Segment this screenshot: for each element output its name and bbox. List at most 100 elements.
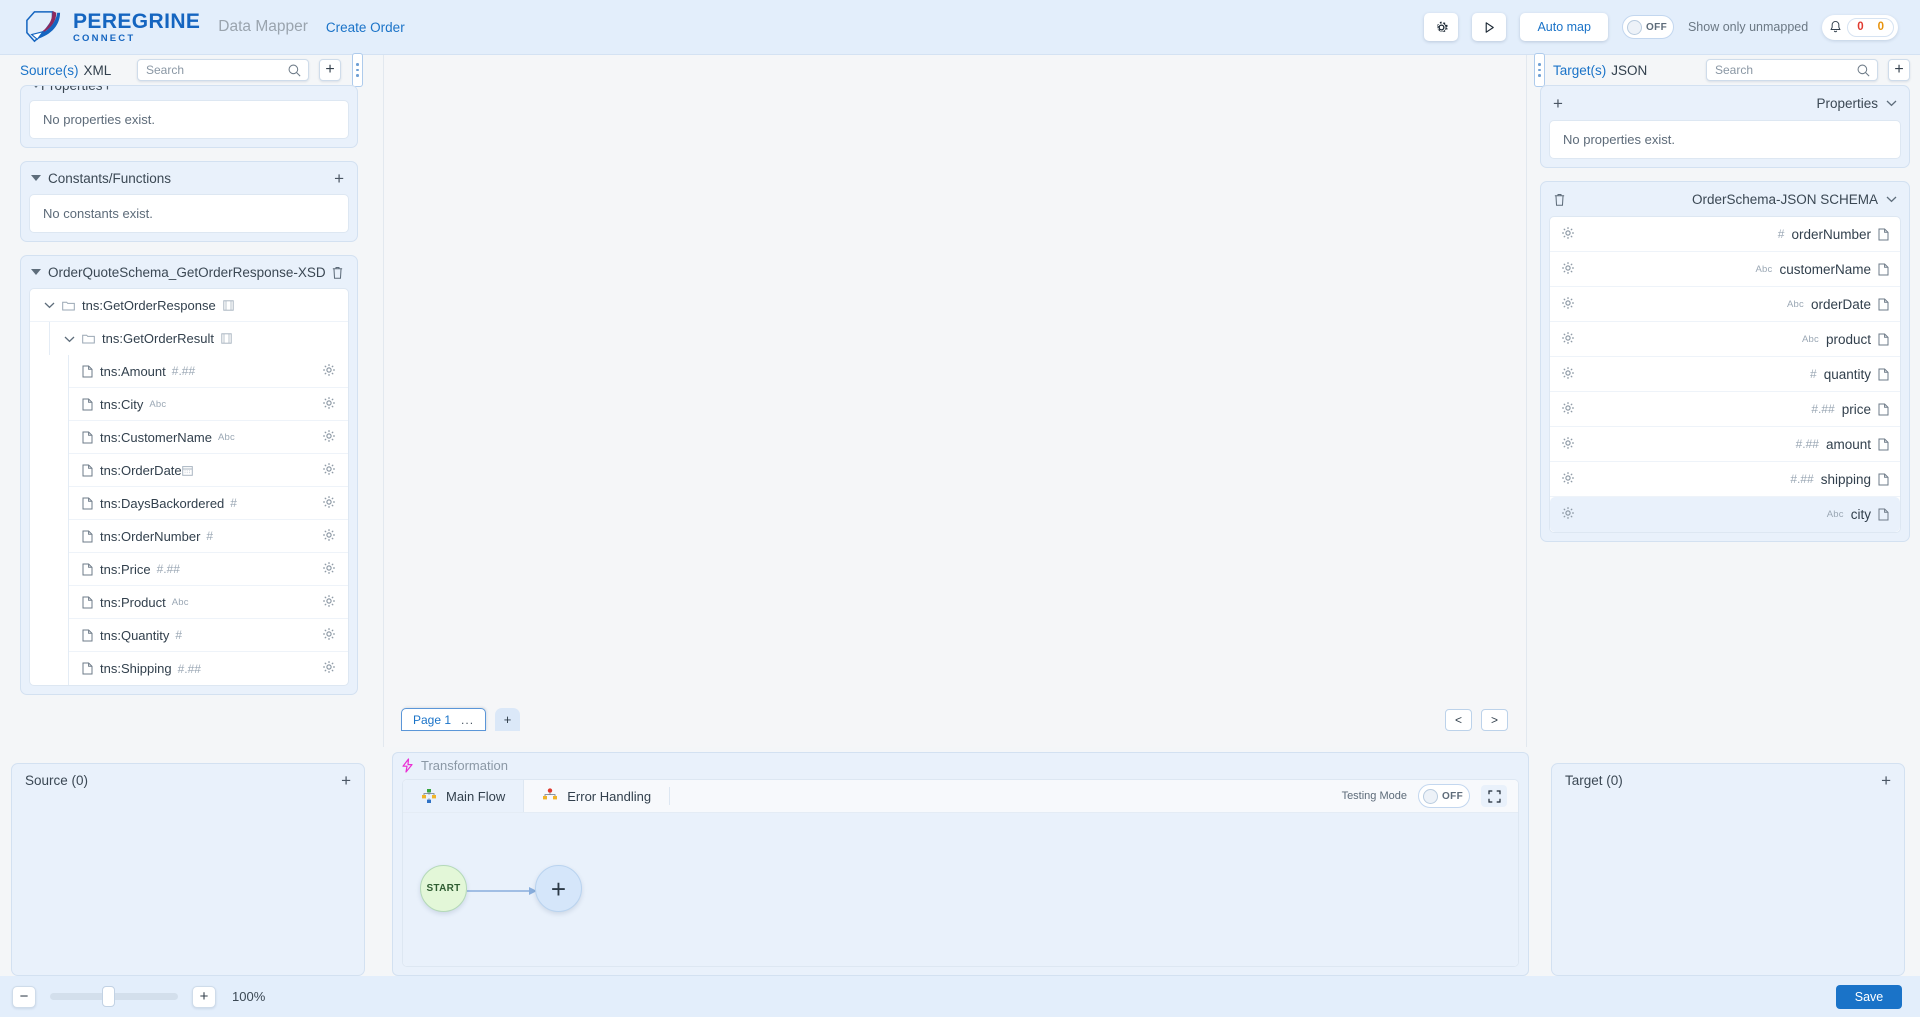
breadcrumb[interactable]: Create Order xyxy=(326,20,405,35)
settings-button[interactable] xyxy=(1424,13,1459,41)
target-field-settings-button[interactable] xyxy=(1561,226,1575,243)
zoom-out-button[interactable]: − xyxy=(12,985,36,1008)
source-field-settings-button[interactable] xyxy=(322,429,336,446)
next-page-button[interactable]: > xyxy=(1481,709,1508,731)
source-field-settings-button[interactable] xyxy=(322,495,336,512)
delete-source-schema-button[interactable] xyxy=(331,265,344,280)
flow-canvas[interactable]: START + xyxy=(403,813,1518,966)
notifications[interactable]: 0 0 xyxy=(1822,14,1898,40)
gear-icon xyxy=(1562,507,1574,519)
source-field-row[interactable]: tns:Product Abc xyxy=(69,586,348,619)
add-bottom-target-button[interactable]: + xyxy=(1881,772,1891,789)
target-field-settings-button[interactable] xyxy=(1561,296,1575,313)
previous-page-button[interactable]: < xyxy=(1445,709,1472,731)
source-field-row[interactable]: tns:OrderNumber # xyxy=(69,520,348,553)
chevron-down-icon xyxy=(44,302,55,309)
start-node[interactable]: START xyxy=(420,865,467,912)
add-target-property-button[interactable]: + xyxy=(1553,95,1563,112)
source-field-row[interactable]: tns:Amount #.## xyxy=(69,355,348,388)
target-field-row[interactable]: Abc product xyxy=(1550,322,1900,357)
zoom-in-button[interactable]: + xyxy=(192,985,216,1008)
target-field-settings-button[interactable] xyxy=(1561,506,1575,523)
source-constants-header[interactable]: Constants/Functions + xyxy=(21,162,357,194)
source-field-row[interactable]: tns:Quantity # xyxy=(69,619,348,652)
save-button[interactable]: Save xyxy=(1836,984,1902,1009)
source-field-settings-button[interactable] xyxy=(322,561,336,578)
target-field-row[interactable]: Abc orderDate xyxy=(1550,287,1900,322)
source-search-box[interactable] xyxy=(137,59,309,81)
source-field-row[interactable]: tns:Price #.## xyxy=(69,553,348,586)
target-field-settings-button[interactable] xyxy=(1561,436,1575,453)
source-panel-title: Source(s) XML xyxy=(20,63,111,78)
testing-mode-toggle[interactable]: OFF xyxy=(1418,784,1470,808)
add-source-property-button[interactable]: + xyxy=(103,86,113,94)
source-schema-header[interactable]: OrderQuoteSchema_GetOrderResponse-XSD xyxy=(21,256,357,288)
target-search-input[interactable] xyxy=(1715,63,1853,77)
source-field-row[interactable]: tns:City Abc xyxy=(69,388,348,421)
target-panel: Target(s)JSON + + Properties No properti… xyxy=(1528,53,1920,747)
source-panel-resize-handle[interactable] xyxy=(352,53,363,87)
target-field-settings-button[interactable] xyxy=(1561,471,1575,488)
tree-node-root-label: tns:GetOrderResponse xyxy=(82,297,216,313)
source-search-input[interactable] xyxy=(146,63,284,77)
source-properties-header[interactable]: Properties + xyxy=(21,86,357,100)
target-field-row[interactable]: # quantity xyxy=(1550,357,1900,392)
bottom-source-header: Source (0) + xyxy=(12,764,364,796)
source-field-settings-button[interactable] xyxy=(322,660,336,677)
add-source-button[interactable]: + xyxy=(319,59,341,81)
expand-transformation-button[interactable] xyxy=(1481,785,1507,807)
source-field-row[interactable]: tns:DaysBackordered # xyxy=(69,487,348,520)
tab-main-flow[interactable]: Main Flow xyxy=(403,780,525,812)
zoom-slider[interactable] xyxy=(50,986,178,1007)
target-properties-header[interactable]: + Properties xyxy=(1541,86,1909,120)
document-icon xyxy=(82,497,93,509)
auto-map-button[interactable]: Auto map xyxy=(1520,13,1608,41)
add-bottom-source-button[interactable]: + xyxy=(341,772,351,789)
field-type-label: Abc xyxy=(1786,298,1804,310)
delete-target-schema-button[interactable] xyxy=(1553,192,1566,207)
add-page-button[interactable]: + xyxy=(495,708,521,731)
page-tab-menu-button[interactable]: ... xyxy=(461,713,474,727)
gear-icon xyxy=(323,661,335,673)
target-field-row[interactable]: #.## price xyxy=(1550,392,1900,427)
zoom-slider-thumb[interactable] xyxy=(102,986,115,1007)
target-field-row[interactable]: #.## amount xyxy=(1550,427,1900,462)
target-field-row[interactable]: #.## shipping xyxy=(1550,462,1900,497)
target-field-settings-button[interactable] xyxy=(1561,331,1575,348)
source-panel-scroll-area[interactable]: Properties + No properties exist. Consta… xyxy=(8,85,368,747)
target-field-row[interactable]: Abc customerName xyxy=(1550,252,1900,287)
source-field-row[interactable]: tns:OrderDate xyxy=(69,454,348,487)
tab-error-handling[interactable]: Error Handling xyxy=(524,780,669,812)
add-constant-button[interactable]: + xyxy=(334,170,344,187)
source-field-row[interactable]: tns:CustomerName Abc xyxy=(69,421,348,454)
chevron-down-icon xyxy=(31,269,41,275)
target-field-settings-button[interactable] xyxy=(1561,366,1575,383)
target-panel-scroll-area[interactable]: + Properties No properties exist. OrderS… xyxy=(1528,85,1920,747)
target-schema-header[interactable]: OrderSchema-JSON SCHEMA xyxy=(1541,182,1909,216)
target-field-row[interactable]: Abc city xyxy=(1550,497,1900,532)
source-field-row[interactable]: tns:Shipping #.## xyxy=(69,652,348,685)
target-field-row[interactable]: # orderNumber xyxy=(1550,217,1900,252)
toggle-knob xyxy=(1626,19,1642,35)
show-unmapped-toggle[interactable]: OFF xyxy=(1621,15,1674,39)
source-field-settings-button[interactable] xyxy=(322,363,336,380)
field-type-label: #.## xyxy=(171,364,196,378)
brand[interactable]: PEREGRINE CONNECT xyxy=(24,9,200,45)
target-field-name: orderNumber xyxy=(1791,226,1871,242)
target-search-box[interactable] xyxy=(1706,59,1878,81)
source-field-settings-button[interactable] xyxy=(322,627,336,644)
source-field-settings-button[interactable] xyxy=(322,462,336,479)
target-field-settings-button[interactable] xyxy=(1561,261,1575,278)
target-panel-resize-handle[interactable] xyxy=(1534,53,1545,87)
source-field-settings-button[interactable] xyxy=(322,594,336,611)
mapping-canvas[interactable]: Page 1 ... + < > xyxy=(383,55,1527,747)
tree-node-child[interactable]: tns:GetOrderResult xyxy=(64,322,348,355)
tree-node-root[interactable]: tns:GetOrderResponse xyxy=(30,289,348,322)
source-field-settings-button[interactable] xyxy=(322,528,336,545)
target-field-settings-button[interactable] xyxy=(1561,401,1575,418)
add-step-node[interactable]: + xyxy=(535,865,582,912)
page-tab-1[interactable]: Page 1 ... xyxy=(401,708,487,731)
add-target-button[interactable]: + xyxy=(1888,59,1910,81)
run-button[interactable] xyxy=(1472,13,1507,41)
source-field-settings-button[interactable] xyxy=(322,396,336,413)
